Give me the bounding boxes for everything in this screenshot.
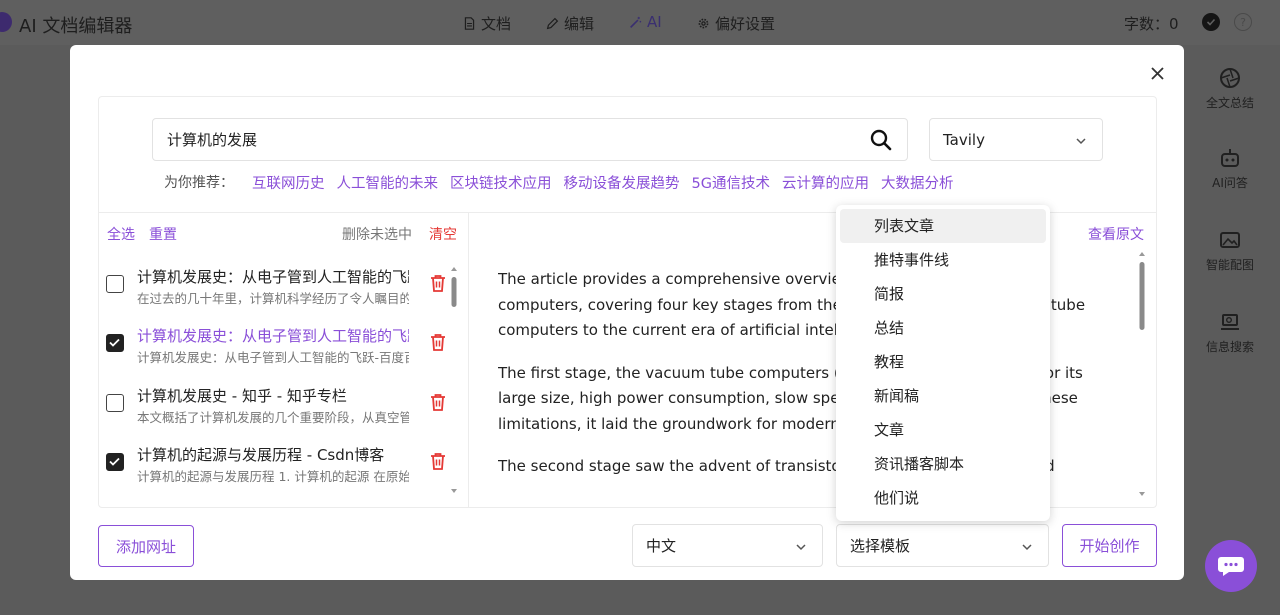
- template-option[interactable]: 简报: [840, 277, 1046, 311]
- trash-icon[interactable]: [430, 393, 446, 411]
- sidebar-item-info-search[interactable]: 信息搜索: [1198, 310, 1262, 355]
- delete-unselected-link[interactable]: 删除未选中: [342, 224, 412, 244]
- result-checkbox[interactable]: [106, 394, 124, 412]
- nav-ai[interactable]: AI: [629, 13, 662, 31]
- template-option[interactable]: 列表文章: [840, 209, 1046, 243]
- template-option[interactable]: 总结: [840, 311, 1046, 345]
- preview-scrollbar[interactable]: [1136, 248, 1148, 500]
- result-desc: 本文概括了计算机发展的几个重要阶段，从真空管开始: [137, 410, 409, 425]
- template-value: 选择模板: [850, 537, 911, 555]
- search-engine-select[interactable]: Tavily: [929, 118, 1103, 161]
- recommend-label: 为你推荐：: [164, 175, 234, 191]
- result-title: 计算机发展史 - 知乎 - 知乎专栏: [137, 387, 347, 405]
- clear-link[interactable]: 清空: [429, 224, 457, 244]
- result-desc: 计算机的起源与发展历程 1. 计算机的起源 在原始社会: [137, 469, 409, 484]
- app-title: AI 文档编辑器: [19, 16, 133, 37]
- close-icon[interactable]: [1148, 64, 1166, 82]
- gear-icon: [698, 18, 709, 29]
- list-item[interactable]: 计算机发展史：从电子管到人工智能的飞跃 在过去的几十年里，计算机科学经历了令人瞩…: [106, 266, 466, 314]
- template-option[interactable]: 推特事件线: [840, 243, 1046, 277]
- recommend-tag[interactable]: 区块链技术应用: [450, 172, 552, 193]
- template-option[interactable]: 资讯播客脚本: [840, 447, 1046, 481]
- result-checkbox[interactable]: [106, 275, 124, 293]
- robot-icon: [1221, 149, 1239, 167]
- recommend-tag[interactable]: 大数据分析: [881, 172, 954, 193]
- template-option[interactable]: 教程: [840, 345, 1046, 379]
- laptop-search-icon: [1221, 314, 1239, 330]
- language-select[interactable]: 中文: [632, 524, 823, 567]
- nav-preferences-label: 偏好设置: [715, 15, 776, 33]
- template-dropdown: 列表文章 推特事件线 简报 总结 教程 新闻稿 文章 资讯播客脚本 他们说: [836, 205, 1050, 521]
- language-value: 中文: [646, 537, 677, 555]
- check-circle-icon[interactable]: [1202, 13, 1220, 31]
- result-title: 计算机发展史：从电子管到人工智能的飞跃: [137, 327, 409, 345]
- trash-icon[interactable]: [430, 452, 446, 470]
- sidebar-item-label: 信息搜索: [1205, 340, 1254, 354]
- search-input[interactable]: 计算机的发展: [152, 118, 908, 161]
- trash-icon[interactable]: [430, 333, 446, 351]
- chevron-down-icon: [1076, 138, 1086, 145]
- search-icon[interactable]: [869, 128, 893, 152]
- file-icon: [464, 17, 475, 30]
- nav-preferences[interactable]: 偏好设置: [697, 13, 775, 34]
- sidebar-item-label: 全文总结: [1205, 96, 1254, 110]
- recommendations: 为你推荐： 互联网历史 人工智能的未来 区块链技术应用 移动设备发展趋势 5G通…: [164, 172, 953, 193]
- app-logo-icon: [0, 12, 12, 32]
- view-original-link[interactable]: 查看原文: [1088, 224, 1144, 244]
- nav-edit-label: 编辑: [564, 15, 595, 33]
- select-all-link[interactable]: 全选: [107, 224, 135, 244]
- add-url-button[interactable]: 添加网址: [98, 525, 194, 567]
- sidebar-item-label: AI问答: [1212, 176, 1248, 190]
- reset-link[interactable]: 重置: [149, 224, 177, 244]
- top-bar: AI 文档编辑器 文档 编辑 AI 偏好设置 字数：0 ?: [0, 0, 1280, 45]
- sidebar-item-label: 智能配图: [1205, 258, 1254, 272]
- aperture-icon: [1220, 68, 1240, 88]
- template-option[interactable]: 他们说: [840, 481, 1046, 515]
- template-select[interactable]: 选择模板: [836, 524, 1049, 567]
- trash-icon[interactable]: [430, 274, 446, 292]
- recommend-tag[interactable]: 云计算的应用: [782, 172, 869, 193]
- recommend-tag[interactable]: 5G通信技术: [692, 172, 770, 193]
- chat-button[interactable]: [1205, 540, 1257, 592]
- recommend-tag[interactable]: 人工智能的未来: [337, 172, 439, 193]
- result-title: 计算机发展史：从电子管到人工智能的飞跃: [137, 268, 409, 286]
- pencil-icon: [546, 17, 559, 30]
- magic-wand-icon: [630, 16, 642, 28]
- sidebar-item-smart-image[interactable]: 智能配图: [1198, 228, 1262, 273]
- sidebar-item-ai-qa[interactable]: AI问答: [1198, 146, 1262, 191]
- chevron-down-icon: [1022, 544, 1032, 551]
- result-checkbox[interactable]: [106, 453, 124, 471]
- template-option[interactable]: 新闻稿: [840, 379, 1046, 413]
- word-count: 字数：0: [1124, 15, 1179, 33]
- list-item[interactable]: 计算机的起源与发展历程 - Csdn博客 计算机的起源与发展历程 1. 计算机的…: [106, 444, 466, 492]
- chat-bubble-icon: [1218, 557, 1244, 576]
- start-create-button[interactable]: 开始创作: [1062, 524, 1157, 567]
- search-engine-value: Tavily: [943, 131, 985, 149]
- image-icon: [1220, 232, 1240, 248]
- result-title: 计算机的起源与发展历程 - Csdn博客: [137, 446, 385, 464]
- help-icon[interactable]: ?: [1234, 13, 1252, 31]
- template-option[interactable]: 文章: [840, 413, 1046, 447]
- nav-ai-label: AI: [647, 13, 662, 31]
- nav-document-label: 文档: [481, 15, 512, 33]
- chevron-down-icon: [796, 544, 806, 551]
- result-desc: 计算机发展史：从电子管到人工智能的飞跃-百度百科: [137, 350, 409, 365]
- divider: [468, 212, 469, 508]
- list-item[interactable]: 计算机发展史：从电子管到人工智能的飞跃 计算机发展史：从电子管到人工智能的飞跃-…: [106, 325, 466, 373]
- recommend-tag[interactable]: 移动设备发展趋势: [564, 172, 680, 193]
- result-desc: 在过去的几十年里，计算机科学经历了令人瞩目的发展: [137, 291, 409, 306]
- recommend-tag[interactable]: 互联网历史: [252, 172, 325, 193]
- list-scrollbar[interactable]: [448, 263, 460, 497]
- sidebar-item-full-summary[interactable]: 全文总结: [1198, 66, 1262, 111]
- result-checkbox[interactable]: [106, 334, 124, 352]
- nav-document[interactable]: 文档: [463, 13, 511, 34]
- list-item[interactable]: 计算机发展史 - 知乎 - 知乎专栏 本文概括了计算机发展的几个重要阶段，从真空…: [106, 385, 466, 433]
- nav-edit[interactable]: 编辑: [546, 13, 594, 34]
